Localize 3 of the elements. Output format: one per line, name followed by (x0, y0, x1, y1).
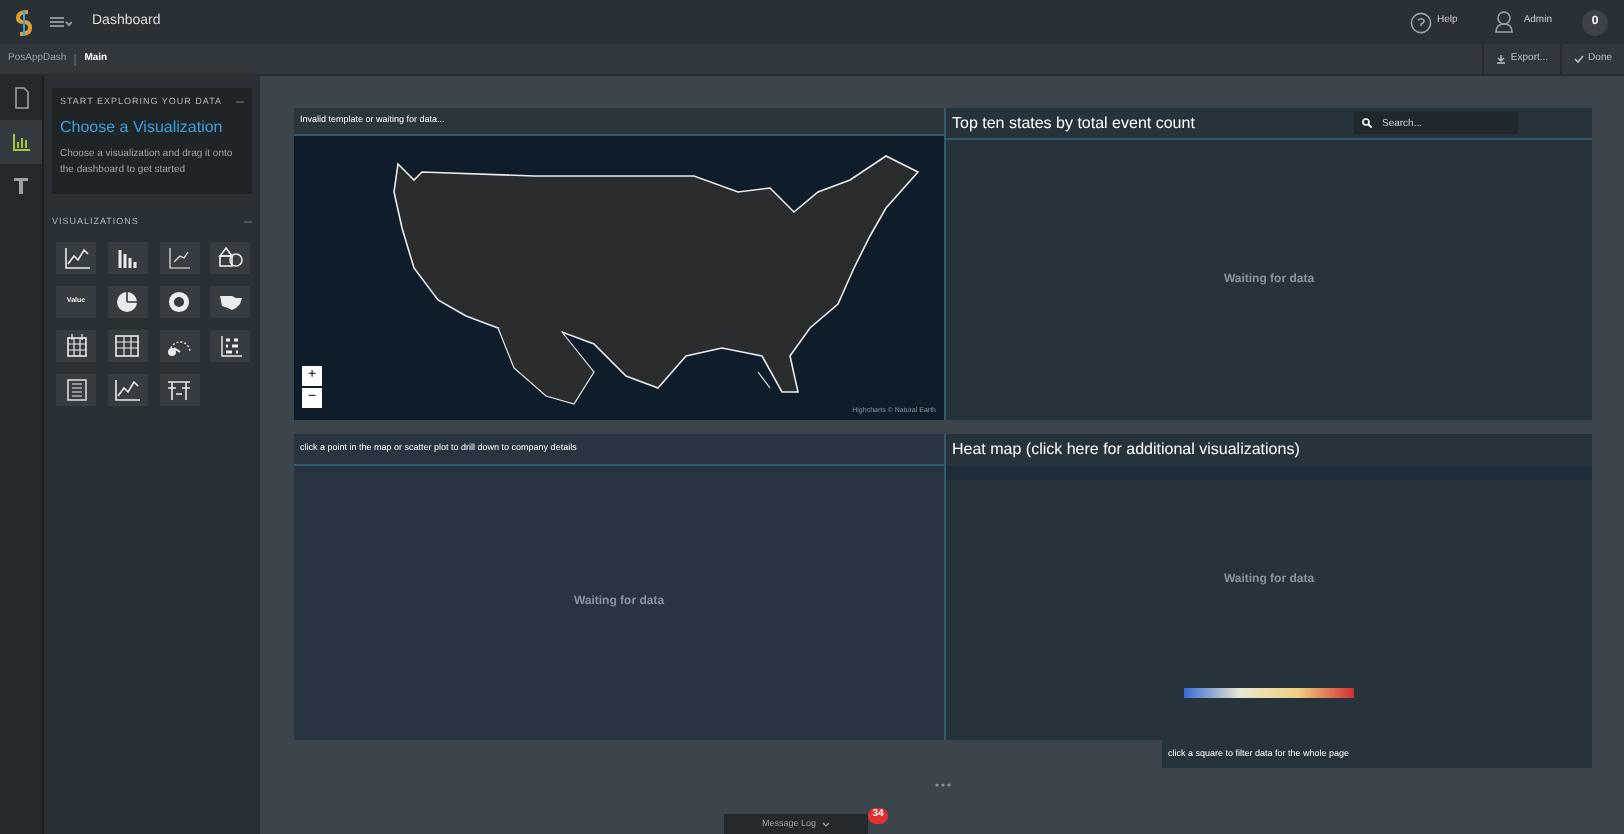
widget-title[interactable]: Heat map (click here for additional visualizations) (952, 438, 1300, 462)
widget-title: Top ten states by total event count (952, 111, 1197, 135)
card-title: Choose a Visualization (60, 115, 225, 140)
